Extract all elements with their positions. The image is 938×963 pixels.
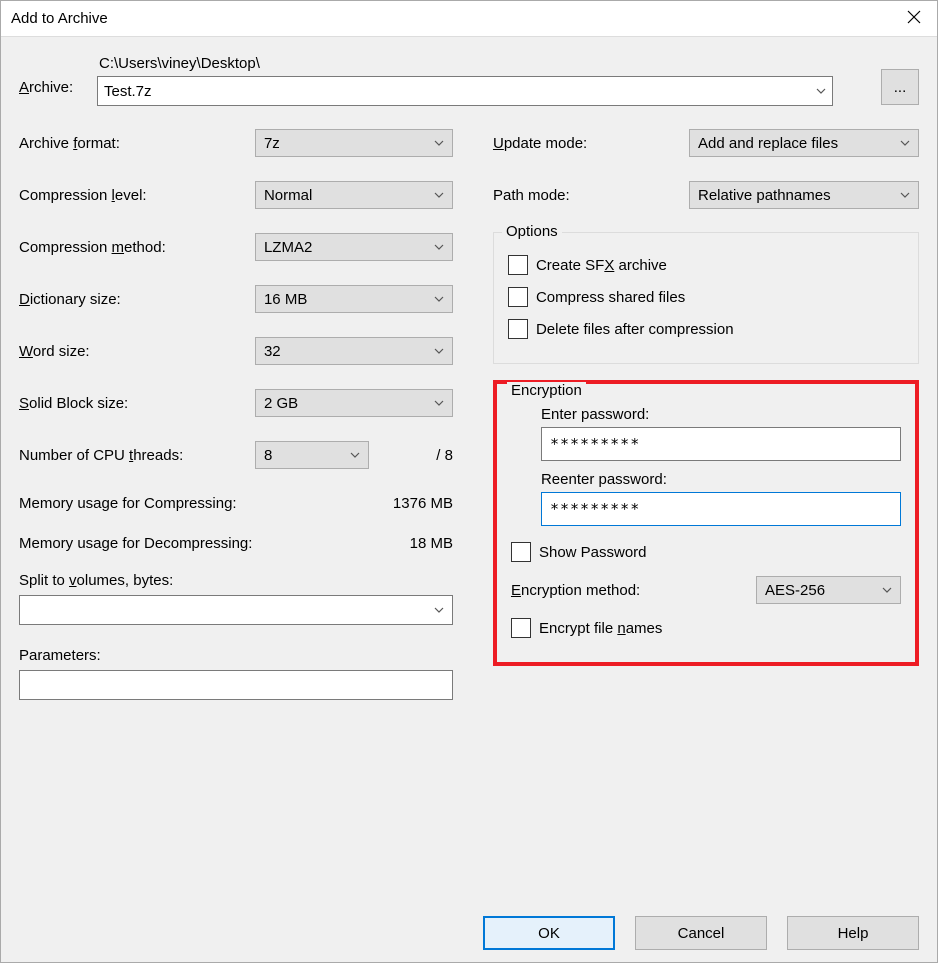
archive-label: Archive: [19,55,79,96]
chevron-down-icon [434,398,444,408]
compression-method-label: Compression method: [19,239,255,256]
archive-format-select[interactable]: 7z [255,129,453,157]
right-column: Update mode: Add and replace files Path … [493,128,919,666]
solid-block-size-select[interactable]: 2 GB [255,389,453,417]
parameters-input[interactable] [19,670,453,700]
cancel-button[interactable]: Cancel [635,916,767,950]
memory-compress-label: Memory usage for Compressing: [19,495,237,512]
compress-shared-checkbox[interactable] [508,287,528,307]
compression-level-select[interactable]: Normal [255,181,453,209]
path-mode-select[interactable]: Relative pathnames [689,181,919,209]
left-column: Archive format: 7z Compression level: No… [19,128,453,700]
compression-level-label: Compression level: [19,187,255,204]
chevron-down-icon [882,585,892,595]
chevron-down-icon [434,190,444,200]
update-mode-label: Update mode: [493,135,689,152]
archive-filename: Test.7z [104,83,816,100]
chevron-down-icon [900,138,910,148]
browse-button[interactable]: ... [881,69,919,105]
solid-block-size-label: Solid Block size: [19,395,255,412]
compression-method-select[interactable]: LZMA2 [255,233,453,261]
cpu-threads-total: / 8 [436,447,453,464]
encryption-legend: Encryption [507,382,586,403]
word-size-label: Word size: [19,343,255,360]
help-button[interactable]: Help [787,916,919,950]
archive-row: Archive: C:\Users\viney\Desktop\ Test.7z… [19,55,919,106]
dictionary-size-select[interactable]: 16 MB [255,285,453,313]
path-mode-label: Path mode: [493,187,689,204]
reenter-password-input[interactable]: ********* [541,492,901,526]
client-area: Archive: C:\Users\viney\Desktop\ Test.7z… [1,37,937,962]
show-password-label: Show Password [539,544,647,561]
split-volumes-label: Split to volumes, bytes: [19,572,453,589]
chevron-down-icon [816,86,826,96]
memory-decompress-value: 18 MB [410,535,453,552]
close-icon [907,10,921,28]
chevron-down-icon [350,450,360,460]
archive-format-label: Archive format: [19,135,255,152]
browse-label: ... [894,79,907,96]
update-mode-select[interactable]: Add and replace files [689,129,919,157]
compress-shared-label: Compress shared files [536,289,685,306]
cpu-threads-label: Number of CPU threads: [19,447,255,464]
memory-decompress-label: Memory usage for Decompressing: [19,535,252,552]
ok-button[interactable]: OK [483,916,615,950]
encrypt-filenames-checkbox[interactable] [511,618,531,638]
delete-after-label: Delete files after compression [536,321,734,338]
show-password-checkbox[interactable] [511,542,531,562]
window-title: Add to Archive [11,10,108,27]
add-to-archive-dialog: Add to Archive Archive: C:\Users\viney\D… [0,0,938,963]
delete-after-checkbox[interactable] [508,319,528,339]
options-legend: Options [502,223,562,240]
chevron-down-icon [900,190,910,200]
chevron-down-icon [434,605,444,615]
close-button[interactable] [891,1,937,37]
encryption-method-label: Encryption method: [511,582,640,599]
create-sfx-checkbox[interactable] [508,255,528,275]
titlebar: Add to Archive [1,1,937,37]
chevron-down-icon [434,242,444,252]
word-size-select[interactable]: 32 [255,337,453,365]
chevron-down-icon [434,346,444,356]
dictionary-size-label: Dictionary size: [19,291,255,308]
create-sfx-label: Create SFX archive [536,257,667,274]
enter-password-input[interactable]: ********* [541,427,901,461]
archive-directory: C:\Users\viney\Desktop\ [97,55,833,72]
memory-compress-value: 1376 MB [393,495,453,512]
dialog-buttons: OK Cancel Help [19,904,919,950]
encryption-method-select[interactable]: AES-256 [756,576,901,604]
encryption-group: Encryption Enter password: ********* Ree… [493,380,919,666]
enter-password-label: Enter password: [541,406,901,423]
encrypt-filenames-label: Encrypt file names [539,620,662,637]
split-volumes-combo[interactable] [19,595,453,625]
archive-filename-combo[interactable]: Test.7z [97,76,833,106]
parameters-label: Parameters: [19,647,453,664]
options-group: Options Create SFX archive Compress shar… [493,232,919,364]
chevron-down-icon [434,294,444,304]
chevron-down-icon [434,138,444,148]
reenter-password-label: Reenter password: [541,471,901,488]
cpu-threads-select[interactable]: 8 [255,441,369,469]
